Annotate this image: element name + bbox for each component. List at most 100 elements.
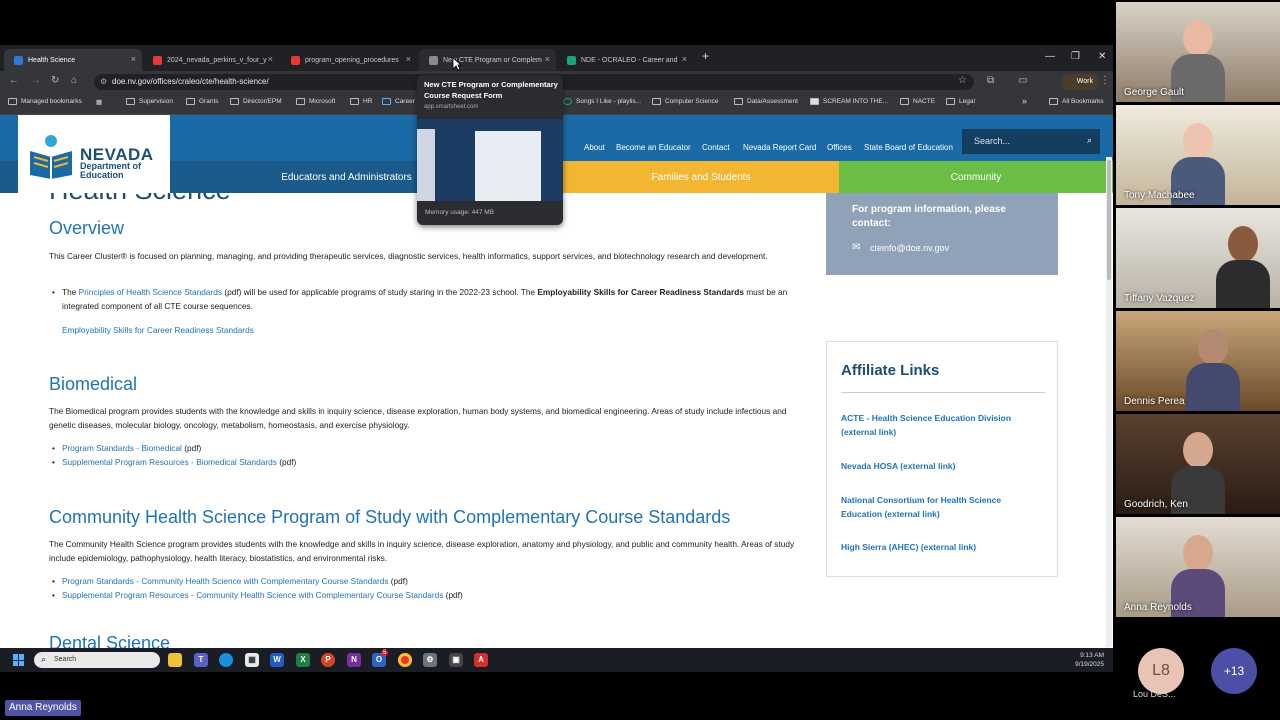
site-favicon-icon [382, 98, 391, 105]
contact-email-link[interactable]: cteinfo@doe.nv.gov [870, 243, 949, 253]
biomedical-resources-link[interactable]: Supplemental Program Resources - Biomedi… [62, 457, 277, 467]
home-icon[interactable]: ⌂ [71, 75, 77, 86]
biomedical-body: The Biomedical program provides students… [49, 406, 787, 430]
close-icon[interactable]: × [545, 54, 550, 64]
store-icon[interactable]: ▦ [245, 653, 259, 667]
close-icon[interactable]: × [131, 54, 136, 64]
bookmark-computer-science[interactable]: Computer Science [652, 98, 718, 105]
video-tile[interactable]: George Gault [1116, 2, 1280, 102]
site-favicon-icon [567, 55, 576, 65]
video-tile[interactable]: Tiffany Vazquez [1116, 208, 1280, 308]
folder-icon [900, 98, 909, 105]
profile-button[interactable]: Work [1060, 74, 1099, 90]
minimize-icon[interactable]: — [1045, 51, 1055, 62]
bookmark-scream[interactable]: SCREAM INTO THE... [810, 98, 888, 105]
affiliate-link-acte[interactable]: ACTE - Health Science Education Division… [841, 411, 1041, 439]
bookmark-career[interactable]: Career [382, 98, 415, 105]
page-scrollbar[interactable] [1106, 157, 1112, 647]
nav-community[interactable]: Community [839, 161, 1113, 193]
word-icon[interactable]: W [270, 653, 284, 667]
forward-icon[interactable]: → [31, 75, 41, 86]
system-clock[interactable]: 9:13 AM 9/19/2025 [1075, 651, 1104, 669]
nde-logo[interactable]: NEVADA Department of Education [18, 115, 170, 193]
powerpoint-icon[interactable]: P [321, 653, 335, 667]
hover-url: app.smartsheet.com [424, 104, 479, 110]
nav-become-educator[interactable]: Become an Educator [616, 143, 691, 152]
bookmark-songs[interactable]: Songs I Like - playlis... [563, 98, 641, 105]
more-participants-button[interactable]: +13 [1211, 648, 1257, 694]
sidepanel-icon[interactable]: ▭ [1018, 75, 1027, 86]
teams-icon[interactable]: T [194, 653, 208, 667]
settings-icon[interactable]: ⚙ [423, 653, 437, 667]
reload-icon[interactable]: ↻ [51, 75, 59, 86]
bookmark-managed[interactable]: Managed bookmarks [8, 98, 82, 105]
community-standards-link[interactable]: Program Standards - Community Health Sci… [62, 576, 388, 586]
search-icon[interactable]: ⌕ [1087, 135, 1092, 146]
employability-skills-link[interactable]: Employability Skills for Career Readines… [62, 325, 254, 335]
onenote-icon[interactable]: N [347, 653, 361, 667]
tab-nde-ocraleo[interactable]: NDE - OCRALEO - Career and × [557, 49, 693, 71]
site-info-icon[interactable]: ⚙ [100, 74, 107, 90]
bookmark-data-assessment[interactable]: Data/Assessment [734, 98, 798, 105]
tab-perkins-pdf[interactable]: 2024_nevada_perkins_v_four_y × [143, 49, 279, 71]
nav-about[interactable]: About [584, 143, 605, 152]
windows-start-icon[interactable] [13, 654, 25, 666]
chrome-icon[interactable] [398, 653, 412, 667]
affiliate-link-hosa[interactable]: Nevada HOSA (external link) [841, 459, 1041, 473]
video-tile-active-speaker[interactable]: Anna Reynolds [1116, 517, 1280, 617]
bookmark-hr[interactable]: HR [350, 98, 372, 105]
app-icon[interactable]: ▣ [449, 653, 463, 667]
folder-icon [734, 98, 743, 105]
overview-intro: This Career Cluster® is focused on plann… [49, 251, 768, 261]
heading-community-health: Community Health Science Program of Stud… [49, 507, 731, 527]
acrobat-icon[interactable]: A [474, 653, 488, 667]
new-tab-button[interactable]: + [702, 49, 709, 63]
taskbar-search[interactable]: ⌕ Search [34, 652, 160, 668]
affiliate-link-ahec[interactable]: High Sierra (AHEC) (external link) [841, 540, 1041, 554]
close-icon[interactable]: × [682, 54, 687, 64]
close-icon[interactable]: × [406, 54, 411, 64]
video-tile[interactable]: Tony Machabee [1116, 105, 1280, 205]
taskbar: ⌕ Search T ▦ W X P N O 5 ⚙ ▣ A 9:13 AM 9/… [0, 648, 1113, 672]
video-tile[interactable]: Goodrich, Ken [1116, 414, 1280, 514]
affiliate-link-nchse[interactable]: National Consortium for Health Science E… [841, 493, 1041, 521]
nav-report-card[interactable]: Nevada Report Card [743, 143, 816, 152]
bookmark-star-icon[interactable]: ☆ [958, 75, 967, 86]
nav-state-board[interactable]: State Board of Education [864, 143, 953, 152]
maximize-icon[interactable]: ❐ [1071, 51, 1080, 62]
excel-icon[interactable]: X [296, 653, 310, 667]
bookmark-grants[interactable]: Grants [186, 98, 219, 105]
participant-avatar[interactable]: L8 [1138, 648, 1184, 694]
pdf-icon [291, 55, 300, 65]
window-close-icon[interactable]: ✕ [1098, 51, 1106, 62]
browser-window: Health Science × 2024_nevada_perkins_v_f… [0, 45, 1113, 648]
nav-contact[interactable]: Contact [702, 143, 730, 152]
list-item: Program Standards - Biomedical (pdf) [52, 441, 792, 455]
bookmark-microsoft[interactable]: Microsoft [296, 98, 335, 105]
file-explorer-icon[interactable] [168, 653, 182, 667]
bookmark-legal[interactable]: Legal [946, 98, 975, 105]
more-bookmarks-button[interactable]: » [1022, 96, 1027, 106]
back-icon[interactable]: ← [9, 75, 19, 86]
tab-health-science[interactable]: Health Science × [4, 49, 142, 71]
tab-program-procedures[interactable]: program_opening_procedures × [281, 49, 417, 71]
close-icon[interactable]: × [268, 54, 273, 64]
menu-icon[interactable]: ⋮ [1100, 75, 1110, 86]
apps-grid-icon[interactable]: ▦ [96, 98, 102, 106]
biomedical-standards-link[interactable]: Program Standards - Biomedical [62, 443, 182, 453]
list-item: Program Standards - Community Health Sci… [52, 574, 792, 588]
bookmark-director[interactable]: Director/EPM [230, 98, 282, 105]
bookmark-nacte[interactable]: NACTE [900, 98, 935, 105]
nav-offices[interactable]: Offices [827, 143, 852, 152]
mail-icon: ✉ [852, 242, 861, 253]
video-tile[interactable]: Dennis Perea [1116, 311, 1280, 411]
extensions-icon[interactable]: ⧉ [987, 75, 994, 86]
tab-new-cte-program[interactable]: New CTE Program or Complem × [419, 49, 556, 71]
principles-standards-link[interactable]: Principles of Health Science Standards [79, 287, 222, 297]
all-bookmarks[interactable]: All Bookmarks [1049, 98, 1104, 105]
bookmark-supervision[interactable]: Supervision [126, 98, 173, 105]
nav-families[interactable]: Families and Students [563, 161, 839, 193]
edge-icon[interactable] [219, 653, 233, 667]
site-search-input[interactable]: Search... ⌕ [962, 129, 1100, 154]
community-resources-link[interactable]: Supplemental Program Resources - Communi… [62, 590, 443, 600]
